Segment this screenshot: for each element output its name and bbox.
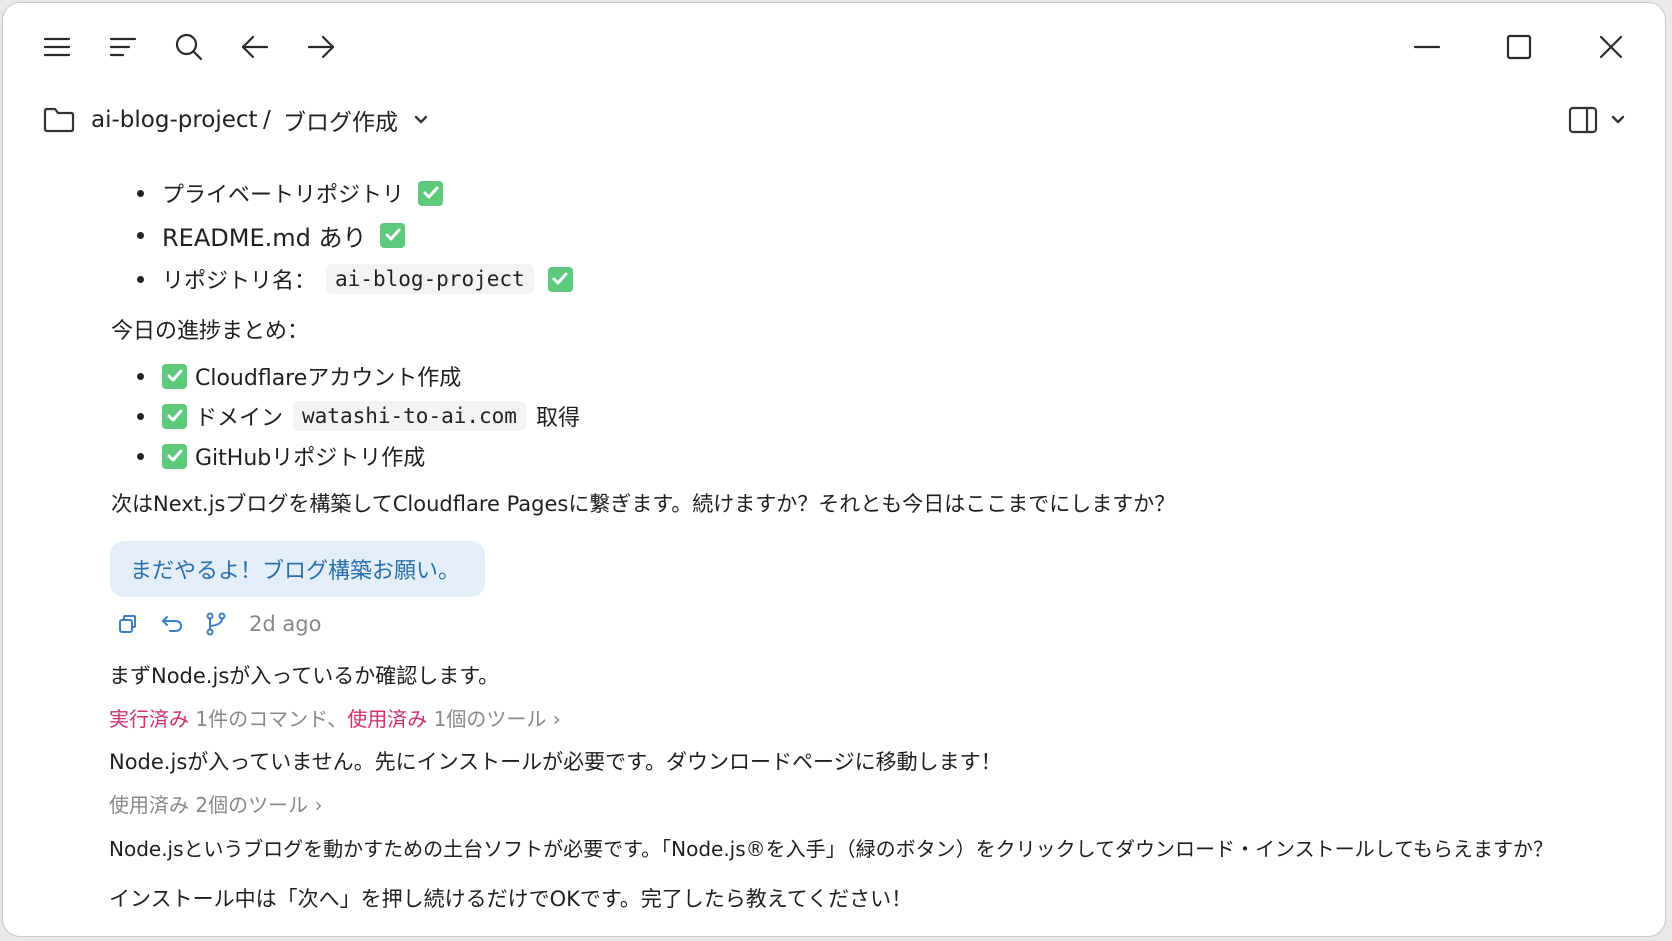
assistant-question: 次はNext.jsブログを構築してCloudflare Pagesに繋ぎます。続…: [111, 492, 1176, 516]
list-item: Cloudflareアカウント作成: [137, 356, 461, 396]
chevron-right-icon: ›: [552, 707, 561, 731]
user-message-text: まだやるよ！ブログ構築お願い。: [130, 559, 461, 584]
repo-name-code: ai-blog-project: [326, 264, 534, 294]
list-item-text: Cloudflareアカウント作成: [195, 366, 462, 391]
check-icon: [547, 266, 573, 292]
chat-content: プライベートリポジトリ README.md あり リポジトリ名： ai-blog…: [3, 3, 1665, 936]
list-item-text: README.md あり: [162, 223, 367, 252]
bullet: [137, 231, 144, 239]
list-item: ドメイン watashi-to-ai.com 取得: [137, 396, 580, 436]
assistant-line: インストール中は「次へ」を押し続けるだけでOKです。完了したら教えてください！: [109, 887, 913, 911]
list-item-text: GitHubリポジトリ作成: [195, 446, 426, 471]
tool-summary-text: 使用済み 2個のツール: [109, 793, 309, 817]
check-icon: [380, 222, 406, 248]
message-timestamp: 2d ago: [249, 612, 322, 636]
check-icon: [162, 363, 187, 389]
bullet: [137, 372, 144, 380]
used-label: 使用済み: [347, 707, 428, 731]
assistant-line: Node.jsが入っていません。先にインストールが必要です。ダウンロードページに…: [109, 750, 1002, 774]
list-item: プライベートリポジトリ: [137, 173, 444, 213]
bullet: [137, 412, 144, 420]
domain-code: watashi-to-ai.com: [293, 401, 526, 431]
list-item-text: ドメイン: [195, 406, 284, 431]
undo-icon[interactable]: [157, 609, 187, 639]
message-actions: 2d ago: [113, 607, 321, 641]
list-item: GitHubリポジトリ作成: [137, 436, 425, 476]
tool-summary-2[interactable]: 使用済み 2個のツール ›: [109, 789, 322, 818]
list-item-text: プライベートリポジトリ: [162, 183, 405, 208]
executed-count: 1件のコマンド、: [195, 707, 348, 731]
branch-icon[interactable]: [201, 609, 231, 639]
bullet: [137, 275, 144, 283]
list-item: README.md あり: [137, 215, 406, 255]
assistant-line: Node.jsというブログを動かすための土台ソフトが必要です。「Node.js®…: [109, 837, 1554, 861]
check-icon: [162, 443, 187, 469]
bullet: [137, 452, 144, 460]
list-item-text: リポジトリ名：: [162, 269, 317, 294]
check-icon: [162, 403, 187, 429]
tool-summary-1[interactable]: 実行済み 1件のコマンド、使用済み 1個のツール ›: [109, 703, 561, 732]
executed-label: 実行済み: [109, 707, 189, 731]
user-message-bubble[interactable]: まだやるよ！ブログ構築お願い。: [110, 541, 485, 597]
assistant-line: まずNode.jsが入っているか確認します。: [109, 664, 500, 688]
list-item-text: 取得: [535, 406, 580, 431]
chevron-right-icon: ›: [314, 793, 323, 817]
bullet: [137, 189, 144, 197]
list-item: リポジトリ名： ai-blog-project: [137, 259, 573, 299]
app-window: ai-blog-project / ブログ作成 プライベートリポジトリ READ…: [2, 2, 1666, 937]
check-icon: [418, 180, 444, 206]
copy-icon[interactable]: [113, 609, 143, 639]
progress-heading: 今日の進捗まとめ：: [111, 319, 310, 344]
used-count: 1個のツール: [433, 707, 547, 731]
